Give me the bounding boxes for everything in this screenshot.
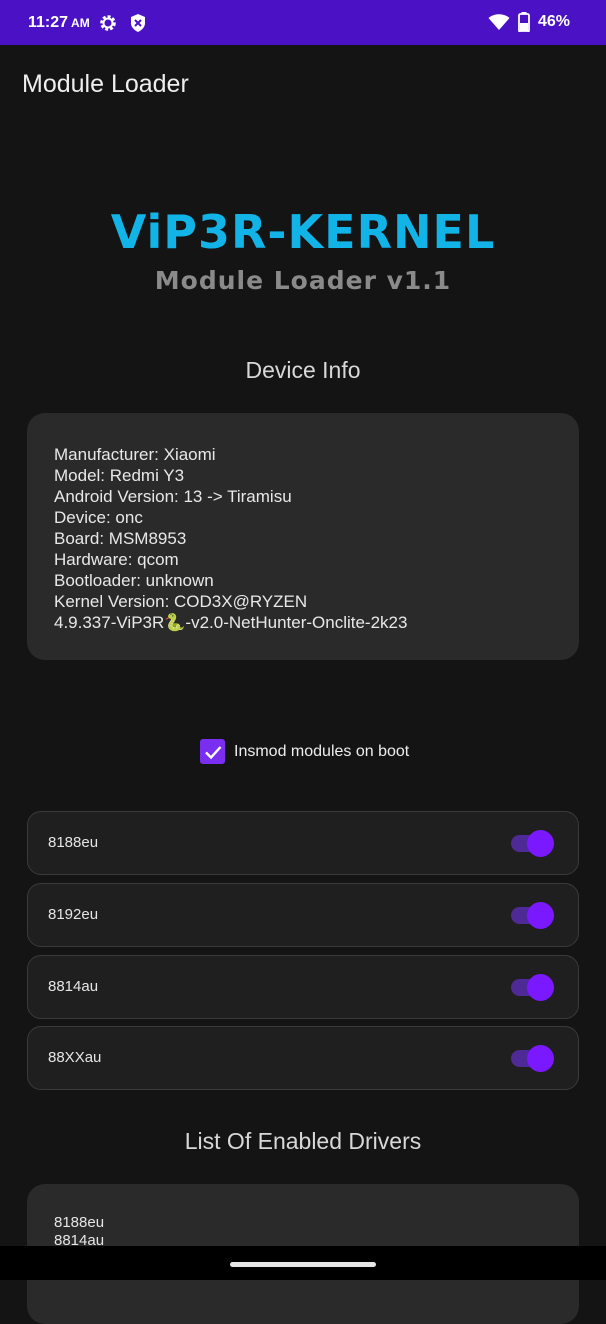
info-board: Board: MSM8953 (54, 529, 187, 548)
insmod-on-boot-label: Insmod modules on boot (234, 742, 410, 760)
module-row-88xxau: 88XXau (27, 1026, 579, 1090)
module-toggle-88xxau[interactable] (511, 1043, 555, 1073)
clock-ampm: AM (71, 16, 90, 30)
module-row-8188eu: 8188eu (27, 811, 579, 875)
enabled-drivers-heading: List Of Enabled Drivers (184, 1128, 422, 1154)
info-model: Model: Redmi Y3 (54, 466, 185, 485)
brand-subtitle: Module Loader v1.1 (154, 266, 452, 295)
toggle-thumb (527, 902, 554, 929)
module-toggle-8188eu[interactable] (511, 828, 555, 858)
settings-gear-icon (100, 15, 116, 31)
module-name: 8814au (48, 978, 99, 995)
status-bar: 11:27 AM 46% (0, 0, 606, 45)
enabled-driver-item: 8188eu (54, 1214, 105, 1231)
insmod-on-boot-checkbox[interactable] (200, 739, 225, 764)
module-toggle-8192eu[interactable] (511, 900, 555, 930)
shield-icon (131, 14, 145, 32)
module-name: 8188eu (48, 834, 99, 851)
battery-icon (518, 12, 530, 32)
insmod-on-boot-option[interactable]: Insmod modules on boot (200, 739, 409, 764)
info-android-version: Android Version: 13 -> Tiramisu (54, 487, 292, 506)
module-row-8814au: 8814au (27, 955, 579, 1019)
info-bootloader: Bootloader: unknown (54, 571, 214, 590)
module-name: 88XXau (48, 1049, 102, 1066)
module-name: 8192eu (48, 906, 99, 923)
info-manufacturer: Manufacturer: Xiaomi (54, 445, 216, 464)
wifi-icon (488, 14, 510, 30)
home-gesture-handle[interactable] (230, 1262, 376, 1267)
info-device: Device: onc (54, 508, 143, 527)
device-info-card: Manufacturer: Xiaomi Model: Redmi Y3 And… (27, 413, 579, 660)
toggle-thumb (527, 830, 554, 857)
checkmark-icon (204, 745, 221, 759)
clock-time: 11:27 (28, 14, 69, 31)
info-hardware: Hardware: qcom (54, 550, 179, 569)
brand-logo-title: ViP3R-KERNEL (110, 205, 496, 259)
status-time: 11:27 AM (28, 14, 90, 32)
navigation-bar (0, 1246, 606, 1280)
status-right: 46% (488, 12, 570, 32)
device-info-heading: Device Info (245, 357, 361, 383)
module-row-8192eu: 8192eu (27, 883, 579, 947)
toggle-thumb (527, 1045, 554, 1072)
module-toggle-8814au[interactable] (511, 972, 555, 1002)
app-title: Module Loader (22, 70, 189, 98)
toggle-thumb (527, 974, 554, 1001)
battery-percent: 46% (537, 13, 570, 30)
info-kernel-version: Kernel Version: COD3X@RYZEN (54, 592, 308, 611)
info-kernel-build: 4.9.337-ViP3R🐍-v2.0-NetHunter-Onclite-2k… (54, 613, 408, 632)
